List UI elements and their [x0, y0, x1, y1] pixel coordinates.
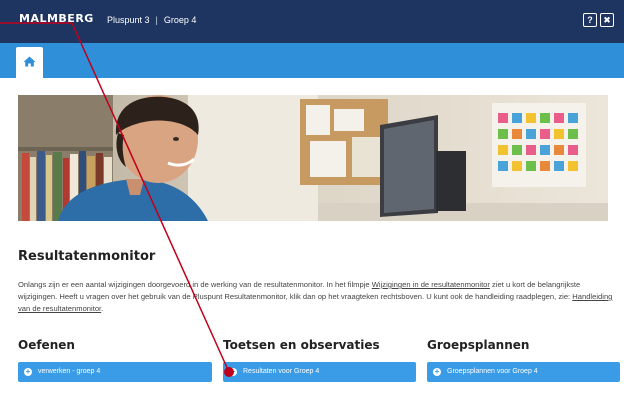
home-icon	[23, 56, 36, 67]
group-plans-button[interactable]: + Groepsplannen voor Groep 4	[427, 362, 620, 382]
practice-button-label: verwerken - groep 4	[38, 368, 101, 375]
intro-text: Onlangs zijn er een aantal wijzigingen d…	[18, 279, 614, 315]
page-title: Resultatenmonitor	[18, 249, 156, 264]
plus-icon: +	[24, 367, 32, 376]
group-name[interactable]: Groep 4	[164, 15, 197, 25]
section-title-oefenen: Oefenen	[18, 338, 75, 352]
nav-bar	[0, 43, 624, 78]
malmberg-logo: MALMBERG	[19, 12, 94, 25]
group-plans-button-label: Groepsplannen voor Groep 4	[447, 368, 538, 375]
results-button[interactable]: + Resultaten voor Groep 4	[223, 362, 416, 382]
practice-button[interactable]: + verwerken - groep 4	[18, 362, 212, 382]
home-tab[interactable]	[16, 47, 43, 78]
section-title-groepsplannen: Groepsplannen	[427, 338, 530, 352]
changes-video-link[interactable]: Wijzigingen in de resultatenmonitor	[372, 280, 490, 289]
breadcrumb: Pluspunt 3 | Groep 4	[107, 15, 196, 25]
close-button[interactable]: ✖	[600, 13, 614, 27]
intro-text-part: .	[101, 304, 104, 313]
hero-image	[18, 95, 608, 221]
section-title-toetsen: Toetsen en observaties	[223, 338, 380, 352]
method-name[interactable]: Pluspunt 3	[107, 15, 150, 25]
breadcrumb-separator: |	[155, 15, 158, 25]
help-button[interactable]: ?	[583, 13, 597, 27]
plus-icon: +	[229, 367, 237, 376]
intro-text-part: Onlangs zijn er een aantal wijzigingen d…	[18, 280, 372, 289]
plus-icon: +	[433, 367, 441, 376]
results-button-label: Resultaten voor Groep 4	[243, 368, 320, 375]
